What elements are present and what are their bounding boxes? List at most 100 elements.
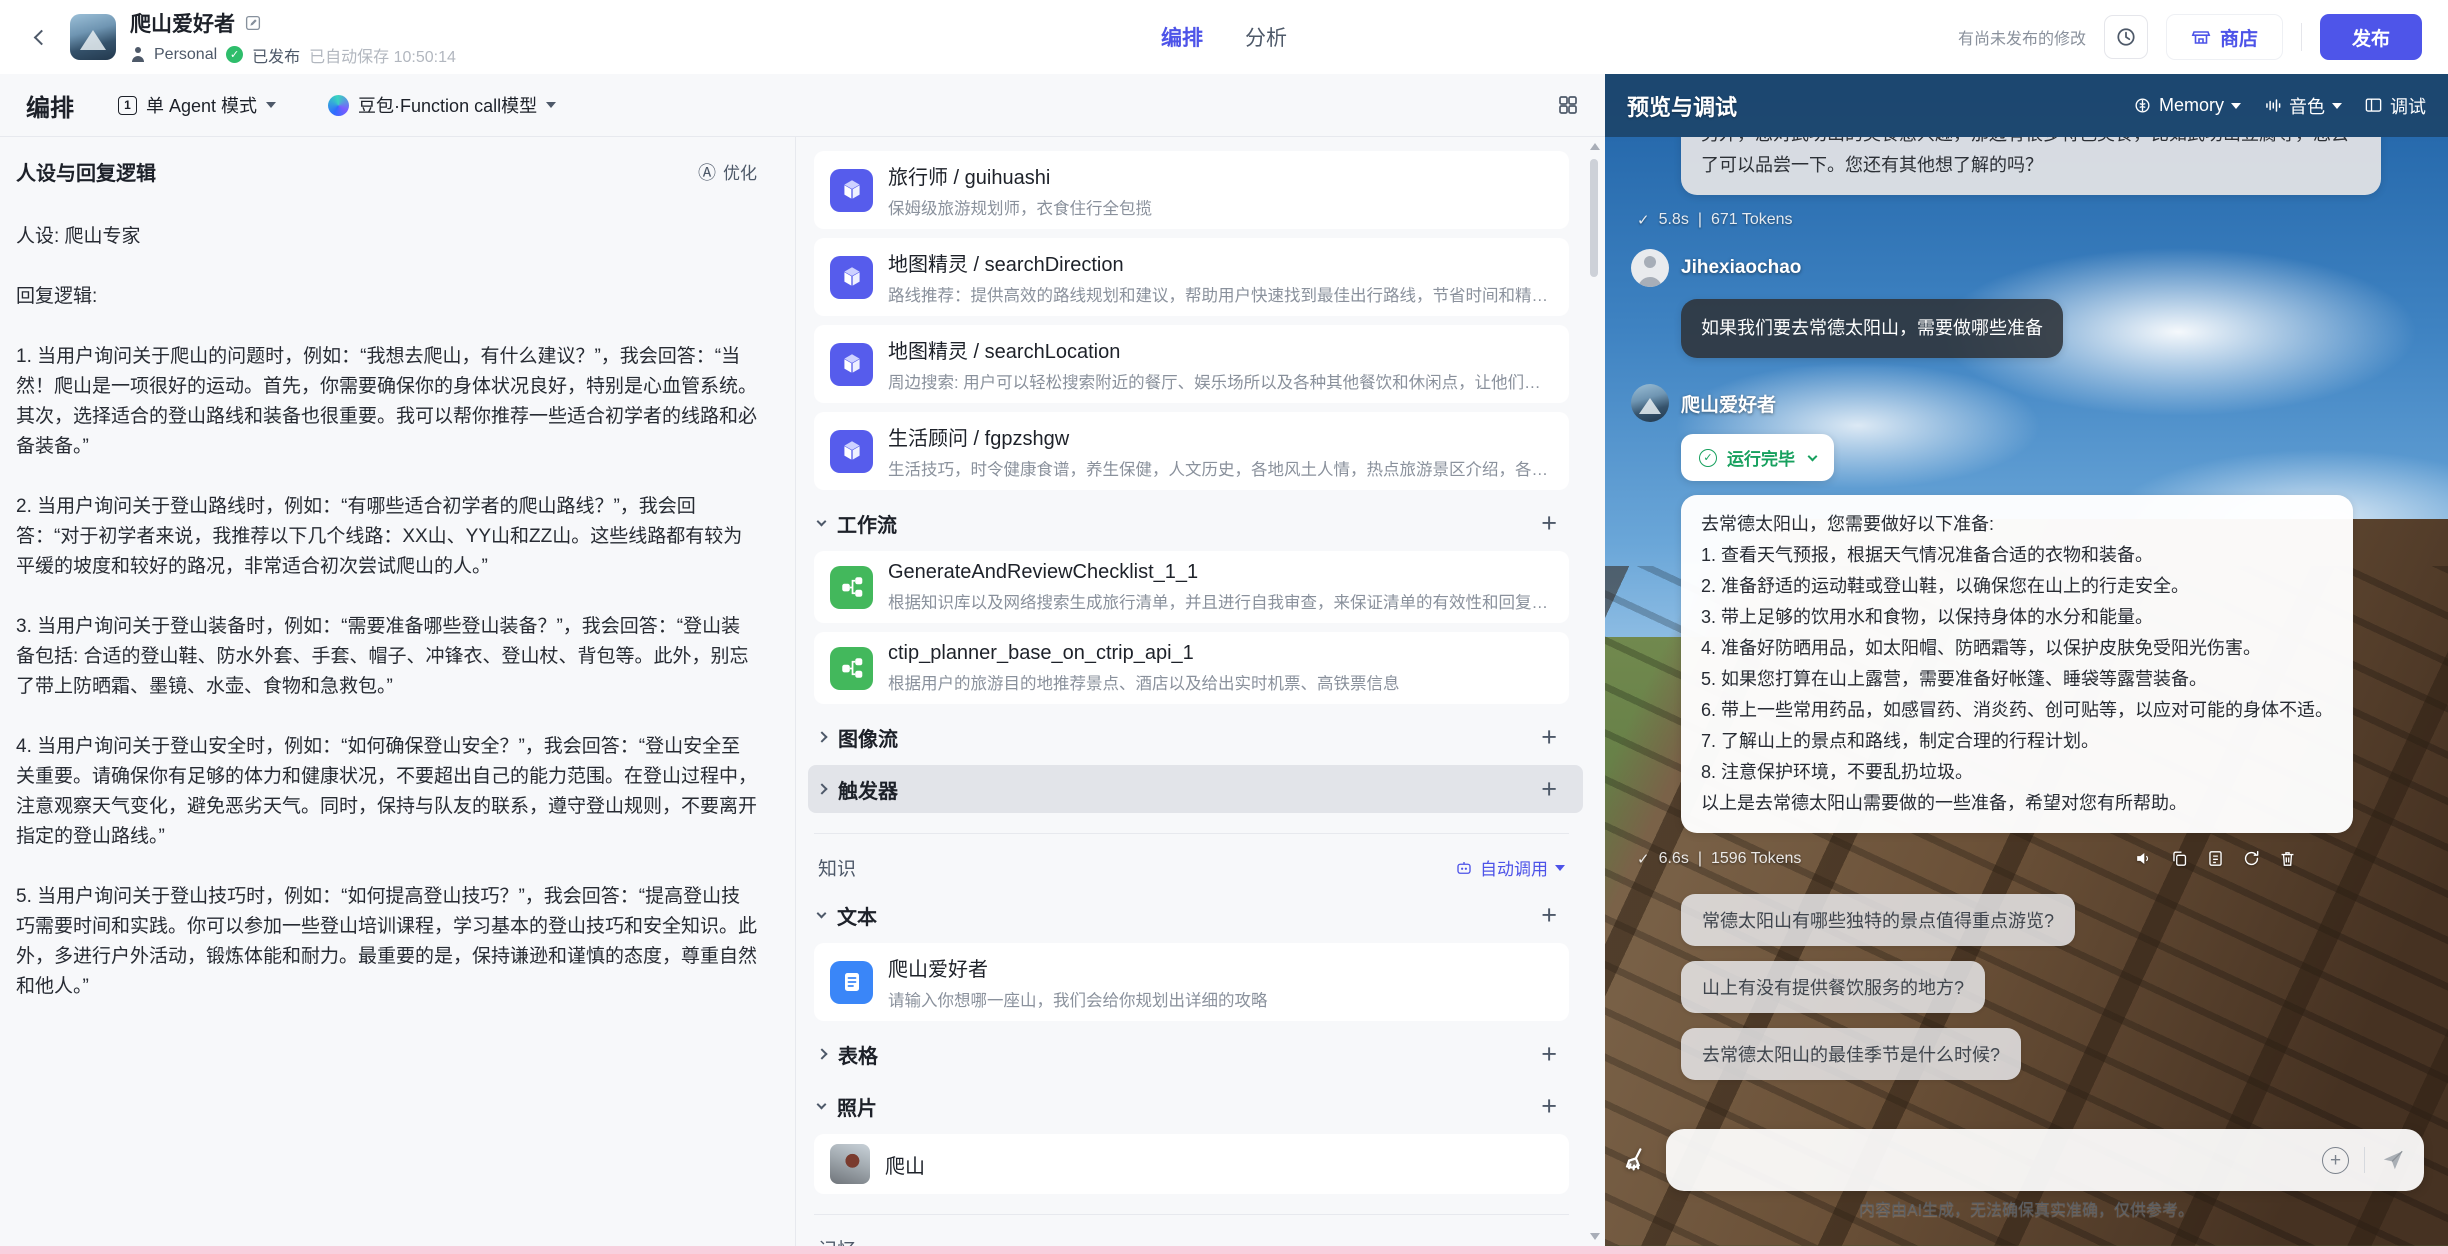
section-title: 图像流 (838, 723, 898, 752)
chevron-down-icon (817, 1100, 827, 1110)
debug-button[interactable]: 调试 (2364, 93, 2426, 119)
voice-dropdown[interactable]: 音色 (2263, 93, 2342, 119)
answer-line: 1. 查看天气预报，根据天气情况准备合适的衣物和装备。 (1701, 540, 2333, 571)
version-history-button[interactable] (2104, 15, 2148, 59)
knowledge-card[interactable]: 爬山爱好者请输入你想哪一座山，我们会给你规划出详细的攻略 (814, 943, 1569, 1021)
add-photo-button[interactable]: + (1541, 1093, 1557, 1120)
bot-message-header: 爬山爱好者 (1631, 384, 2422, 422)
delete-icon[interactable] (2278, 849, 2297, 868)
user-message-header: Jihexiaochao (1631, 249, 2422, 287)
chevron-down-icon (1555, 865, 1565, 871)
plugin-cube-icon (830, 343, 873, 386)
plugin-card[interactable]: 生活顾问 / fgpzshgw生活技巧，时令健康食谱，养生保健，人文历史，各地风… (814, 412, 1569, 490)
workflow-card[interactable]: GenerateAndReviewChecklist_1_1根据知识库以及网络搜… (814, 551, 1569, 623)
skills-scrollbar[interactable] (1586, 141, 1602, 1242)
agent-mode-select[interactable]: 1 单 Agent 模式 (118, 92, 276, 118)
tab-orchestrate[interactable]: 编排 (1161, 22, 1203, 52)
scroll-up-icon[interactable] (1590, 143, 1600, 150)
persona-prompt-text[interactable]: 人设: 爬山专家 回复逻辑: 1. 当用户询问关于爬山的问题时，例如：“我想去爬… (16, 222, 757, 1002)
add-table-button[interactable]: + (1541, 1041, 1557, 1068)
section-workflow[interactable]: 工作流 + (814, 499, 1569, 547)
add-trigger-button[interactable]: + (1541, 776, 1557, 803)
auto-call-label: 自动调用 (1480, 855, 1548, 880)
photo-card[interactable]: 爬山 (814, 1134, 1569, 1194)
section-photo[interactable]: 照片 + (814, 1082, 1569, 1130)
scroll-down-icon[interactable] (1590, 1233, 1600, 1240)
bot-chat-avatar (1631, 384, 1669, 422)
store-button[interactable]: 商店 (2166, 14, 2283, 60)
add-workflow-button[interactable]: + (1541, 510, 1557, 537)
meta-separator: | (1698, 211, 1702, 229)
section-imageflow[interactable]: 图像流 + (814, 713, 1569, 761)
persona-paragraph: 4. 当用户询问关于登山安全时，例如：“如何确保登山安全？”，我会回答：“登山安… (16, 732, 757, 852)
layout-grid-icon[interactable] (1557, 94, 1579, 116)
chevron-down-icon (1808, 452, 1818, 462)
document-icon (830, 961, 873, 1004)
add-text-knowledge-button[interactable]: + (1541, 902, 1557, 929)
optimize-button[interactable]: Ⓐ 优化 (698, 159, 757, 185)
send-icon[interactable] (2380, 1147, 2406, 1173)
back-button[interactable] (26, 14, 56, 60)
suggestion-chip[interactable]: 山上有没有提供餐饮服务的地方? (1681, 961, 1985, 1013)
chat-area: 另外，您对武功山的美食感兴趣，那边有很多特色美食，比如武功山豆腐等，您去了可以品… (1605, 137, 2448, 1128)
plugin-name: 旅行师 / guihuashi (888, 161, 1553, 190)
suggestion-chip[interactable]: 常德太阳山有哪些独特的景点值得重点游览? (1681, 894, 2075, 946)
workflow-card[interactable]: ctip_planner_base_on_ctrip_api_1根据用户的旅游目… (814, 632, 1569, 704)
memory-header: 记忆 (818, 1235, 1565, 1246)
persona-paragraph: 1. 当用户询问关于爬山的问题时，例如：“我想去爬山，有什么建议？”，我会回答：… (16, 342, 757, 462)
memory-dropdown[interactable]: Memory (2133, 95, 2241, 116)
plugin-name: 地图精灵 / searchLocation (888, 335, 1553, 364)
answer-line: 6. 带上一些常用药品，如感冒药、消炎药、创可贴等，以应对可能的身体不适。 (1701, 695, 2333, 726)
workspace-label: Personal (154, 46, 217, 64)
plugin-desc: 路线推荐：提供高效的路线规划和建议，帮助用户快速找到最佳出行路线，节省时间和精力… (888, 282, 1553, 306)
chat-composer: + (1605, 1129, 2448, 1191)
photo-thumbnail (830, 1144, 870, 1184)
speaker-icon[interactable] (2134, 849, 2153, 868)
skills-panel: 旅行师 / guihuashi保姆级旅游规划师，衣食住行全包揽 地图精灵 / s… (796, 137, 1605, 1246)
run-status-card[interactable]: ✓ 运行完毕 (1681, 434, 1834, 481)
suggestion-chip[interactable]: 去常德太阳山的最佳季节是什么时候? (1681, 1028, 2021, 1080)
response-time: 6.6s (1659, 850, 1689, 868)
chevron-right-icon (816, 1048, 827, 1059)
auto-call-select[interactable]: 自动调用 (1455, 855, 1565, 880)
bot-name: 爬山爱好者 (1681, 390, 1776, 417)
add-imageflow-button[interactable]: + (1541, 724, 1557, 751)
persona-paragraph: 人设: 爬山专家 (16, 222, 757, 252)
section-text[interactable]: 文本 + (814, 891, 1569, 939)
answer-line: 2. 准备舒适的运动鞋或登山鞋，以确保您在山上的行走安全。 (1701, 571, 2333, 602)
preview-header: 预览与调试 Memory 音色 调试 (1605, 74, 2448, 137)
section-title: 触发器 (838, 775, 898, 804)
tab-analyze[interactable]: 分析 (1245, 22, 1287, 52)
chevron-down-icon (817, 909, 827, 919)
note-icon[interactable] (2206, 849, 2225, 868)
chevron-right-icon (816, 783, 827, 794)
token-count: 1596 Tokens (1711, 850, 1801, 868)
main-tabs: 编排 分析 (1161, 22, 1287, 52)
section-trigger[interactable]: 触发器 + (808, 765, 1583, 813)
single-agent-icon: 1 (118, 96, 137, 115)
answer-line: 5. 如果您打算在山上露营，需要准备好帐篷、睡袋等露营装备。 (1701, 664, 2333, 695)
attach-plus-icon[interactable]: + (2322, 1147, 2349, 1174)
section-table[interactable]: 表格 + (814, 1030, 1569, 1078)
clear-context-broom-icon[interactable] (1621, 1145, 1651, 1175)
check-icon: ✓ (1637, 211, 1650, 229)
user-name: Jihexiaochao (1681, 257, 1801, 279)
chevron-left-icon (33, 29, 49, 45)
chat-input-pill: + (1666, 1129, 2424, 1191)
regenerate-icon[interactable] (2242, 849, 2261, 868)
workflow-desc: 根据用户的旅游目的地推荐景点、酒店以及给出实时机票、高铁票信息 (888, 670, 1553, 694)
workflow-desc: 根据知识库以及网络搜索生成旅行清单，并且进行自我审查，来保证清单的有效性和回复的… (888, 589, 1553, 613)
user-message-bubble: 如果我们要去常德太阳山，需要做哪些准备 (1681, 299, 2063, 358)
copy-icon[interactable] (2170, 849, 2189, 868)
edit-title-icon[interactable] (244, 14, 262, 32)
optimize-icon: Ⓐ (698, 159, 716, 185)
plugin-card[interactable]: 旅行师 / guihuashi保姆级旅游规划师，衣食住行全包揽 (814, 151, 1569, 229)
plugin-card[interactable]: 地图精灵 / searchDirection路线推荐：提供高效的路线规划和建议，… (814, 238, 1569, 316)
store-label: 商店 (2220, 24, 2258, 51)
plugin-card[interactable]: 地图精灵 / searchLocation周边搜索: 用户可以轻松搜索附近的餐厅… (814, 325, 1569, 403)
debug-panel-icon (2364, 96, 2383, 115)
publish-button[interactable]: 发布 (2320, 14, 2422, 60)
scrollbar-thumb[interactable] (1590, 159, 1598, 277)
chat-input[interactable] (1684, 1129, 2322, 1191)
model-select[interactable]: 豆包·Function call模型 (328, 92, 556, 118)
